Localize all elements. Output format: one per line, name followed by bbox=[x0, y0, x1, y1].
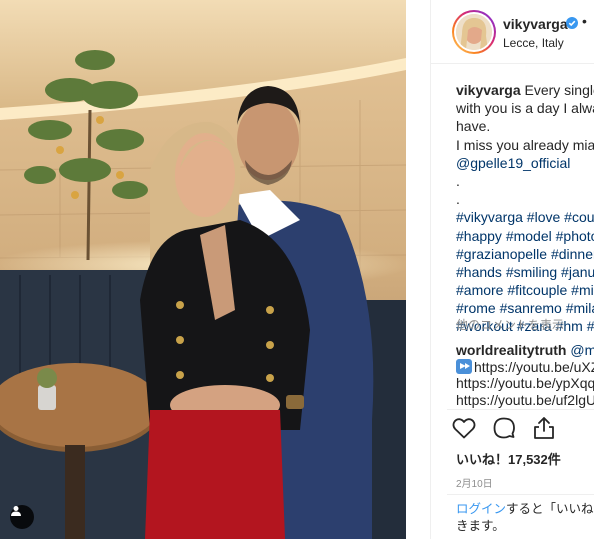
caption-mention[interactable]: @gpelle19_official bbox=[456, 154, 594, 172]
comment-link-1[interactable]: https://youtu.be/uXZ bbox=[474, 359, 594, 375]
actions-divider bbox=[447, 409, 594, 410]
post-date[interactable]: 2月10日 bbox=[456, 475, 493, 490]
login-text-1: すると「いいね！」 bbox=[506, 502, 594, 516]
post-side-panel: vikyvarga • Lecce, Italy vikyvarga Every… bbox=[430, 0, 594, 539]
avatar-image bbox=[456, 14, 492, 50]
caption-hashtags-6[interactable]: #rome #sanremo #milan bbox=[456, 299, 594, 317]
user-tag-icon bbox=[11, 506, 21, 516]
user-tag-button[interactable] bbox=[10, 505, 34, 529]
comment-button[interactable] bbox=[491, 415, 517, 441]
verified-badge-icon bbox=[566, 17, 578, 29]
caption-hashtags-4[interactable]: #hands #smiling #january bbox=[456, 263, 594, 281]
photo-scene bbox=[0, 0, 406, 539]
gutter bbox=[406, 0, 430, 539]
separator-dot: • bbox=[582, 13, 587, 29]
caption-line-2: with you is a day I always bbox=[456, 100, 594, 117]
like-count[interactable]: いいね！17,532件 bbox=[456, 449, 561, 468]
caption-dot-2: . bbox=[456, 191, 460, 208]
caption-dot-1: . bbox=[456, 172, 460, 189]
caption-hashtags-2[interactable]: #happy #model #photography bbox=[456, 227, 594, 245]
comment-username[interactable]: worldrealitytruth bbox=[456, 342, 566, 358]
header-username[interactable]: vikyvarga bbox=[503, 16, 568, 32]
play-icon bbox=[456, 358, 472, 374]
caption-hashtags-1[interactable]: #vikyvarga #love #couple bbox=[456, 208, 594, 226]
login-divider bbox=[447, 494, 594, 495]
comment-icon bbox=[493, 417, 515, 439]
post-actions bbox=[451, 415, 591, 441]
caption-hashtags-3[interactable]: #grazianopelle #dinner #date bbox=[456, 245, 594, 263]
share-button[interactable] bbox=[531, 415, 557, 441]
login-prompt: ログインすると「いいね！」 きます。 bbox=[456, 501, 594, 535]
comment-link-2[interactable]: https://youtu.be/ypXqqc bbox=[456, 375, 594, 392]
login-link[interactable]: ログイン bbox=[456, 502, 506, 516]
login-text-2: きます。 bbox=[456, 519, 505, 533]
post-caption: vikyvarga Every single day with you is a… bbox=[456, 81, 594, 336]
caption-username[interactable]: vikyvarga bbox=[456, 82, 521, 98]
share-icon bbox=[534, 417, 554, 439]
post-header: vikyvarga • Lecce, Italy bbox=[431, 0, 594, 64]
like-button[interactable] bbox=[451, 415, 477, 441]
caption-hashtags-5[interactable]: #amore #fitcouple #milano bbox=[456, 281, 594, 299]
caption-line-4: I miss you already mia vita bbox=[456, 136, 594, 153]
view-more-comments-button[interactable]: 他のコメントを表示 bbox=[456, 316, 564, 333]
avatar[interactable] bbox=[452, 10, 496, 54]
heart-icon bbox=[452, 418, 476, 439]
comment-mention[interactable]: @musi bbox=[570, 342, 594, 358]
caption-line-3: have. bbox=[456, 118, 491, 135]
comment-link-3[interactable]: https://youtu.be/uf2lgU9 bbox=[456, 392, 594, 409]
caption-line-1: Every single day bbox=[524, 82, 594, 98]
location-link[interactable]: Lecce, Italy bbox=[503, 36, 564, 50]
comment-item: worldrealitytruth @musi https://youtu.be… bbox=[456, 342, 594, 408]
post-photo[interactable] bbox=[0, 0, 406, 539]
